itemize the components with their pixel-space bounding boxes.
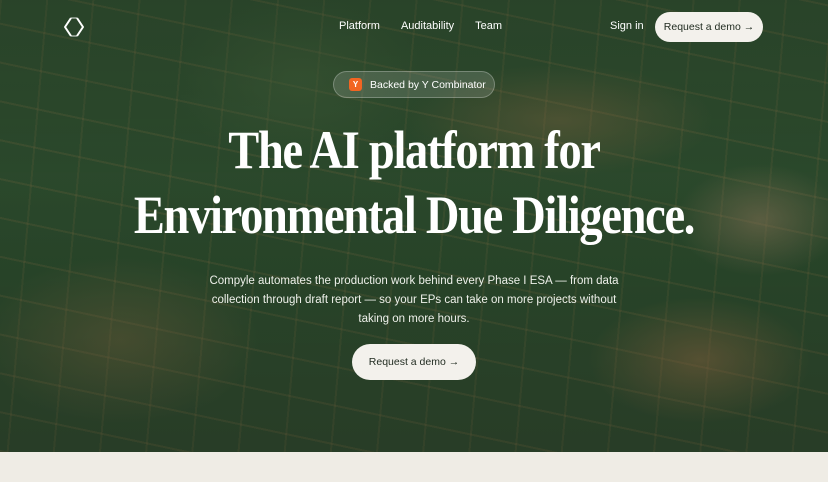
hero-section: Platform Auditability Team Sign in Reque… bbox=[0, 0, 828, 452]
nav-link-auditability[interactable]: Auditability bbox=[401, 20, 454, 32]
headline-line-1: The AI platform for bbox=[228, 120, 601, 180]
chevron-pair-logo-icon[interactable] bbox=[63, 17, 85, 37]
next-section-band bbox=[0, 452, 828, 482]
sign-in-link[interactable]: Sign in bbox=[610, 20, 644, 32]
headline-line-2: Environmental Due Diligence. bbox=[133, 185, 696, 245]
hero-headline: The AI platform for Environmental Due Di… bbox=[58, 118, 770, 248]
badge-text: Backed by Y Combinator bbox=[370, 78, 486, 91]
request-demo-button-nav[interactable]: Request a demo → bbox=[655, 12, 763, 42]
nav-link-platform[interactable]: Platform bbox=[339, 20, 380, 32]
nav-links: Platform Auditability Team bbox=[339, 20, 502, 32]
hero-subtitle: Compyle automates the production work be… bbox=[209, 275, 619, 325]
top-navigation: Platform Auditability Team Sign in Reque… bbox=[0, 0, 828, 56]
y-combinator-icon: Y bbox=[349, 78, 362, 91]
request-demo-button-hero[interactable]: Request a demo → bbox=[352, 344, 476, 380]
yc-backed-badge[interactable]: Y Backed by Y Combinator bbox=[333, 71, 495, 98]
nav-link-team[interactable]: Team bbox=[475, 20, 502, 32]
